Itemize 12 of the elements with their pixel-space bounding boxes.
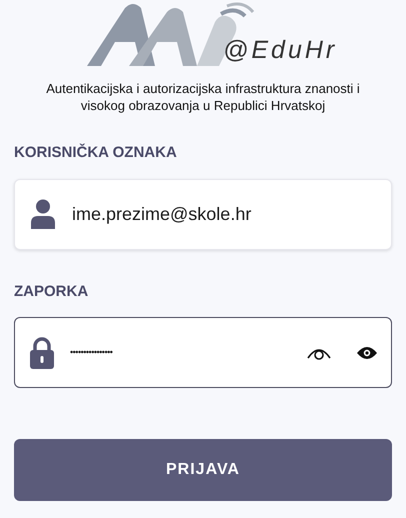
eye-icon[interactable]	[357, 346, 377, 360]
masked-password: ••••••••••••••••	[70, 346, 112, 359]
description: Autentikacijska i autorizacijska infrastruktura znanosti i visokog obrazovanja u Republici Hrvatskoj	[45, 80, 361, 114]
logo-text: @EduHr	[223, 38, 338, 63]
lock-icon	[30, 336, 54, 368]
field-label: KORISNIČKA OZNAKA	[14, 142, 178, 163]
field-label: ZAPORKA	[14, 282, 90, 302]
login-button[interactable]: PRIJAVA	[14, 439, 392, 501]
user-icon	[30, 199, 56, 229]
field-value: ime.prezime@skole.hr	[72, 202, 252, 226]
input-field[interactable]: ime.prezime@skole.hr	[14, 178, 392, 250]
input-field[interactable]: ••••••••••••••••	[14, 317, 392, 388]
